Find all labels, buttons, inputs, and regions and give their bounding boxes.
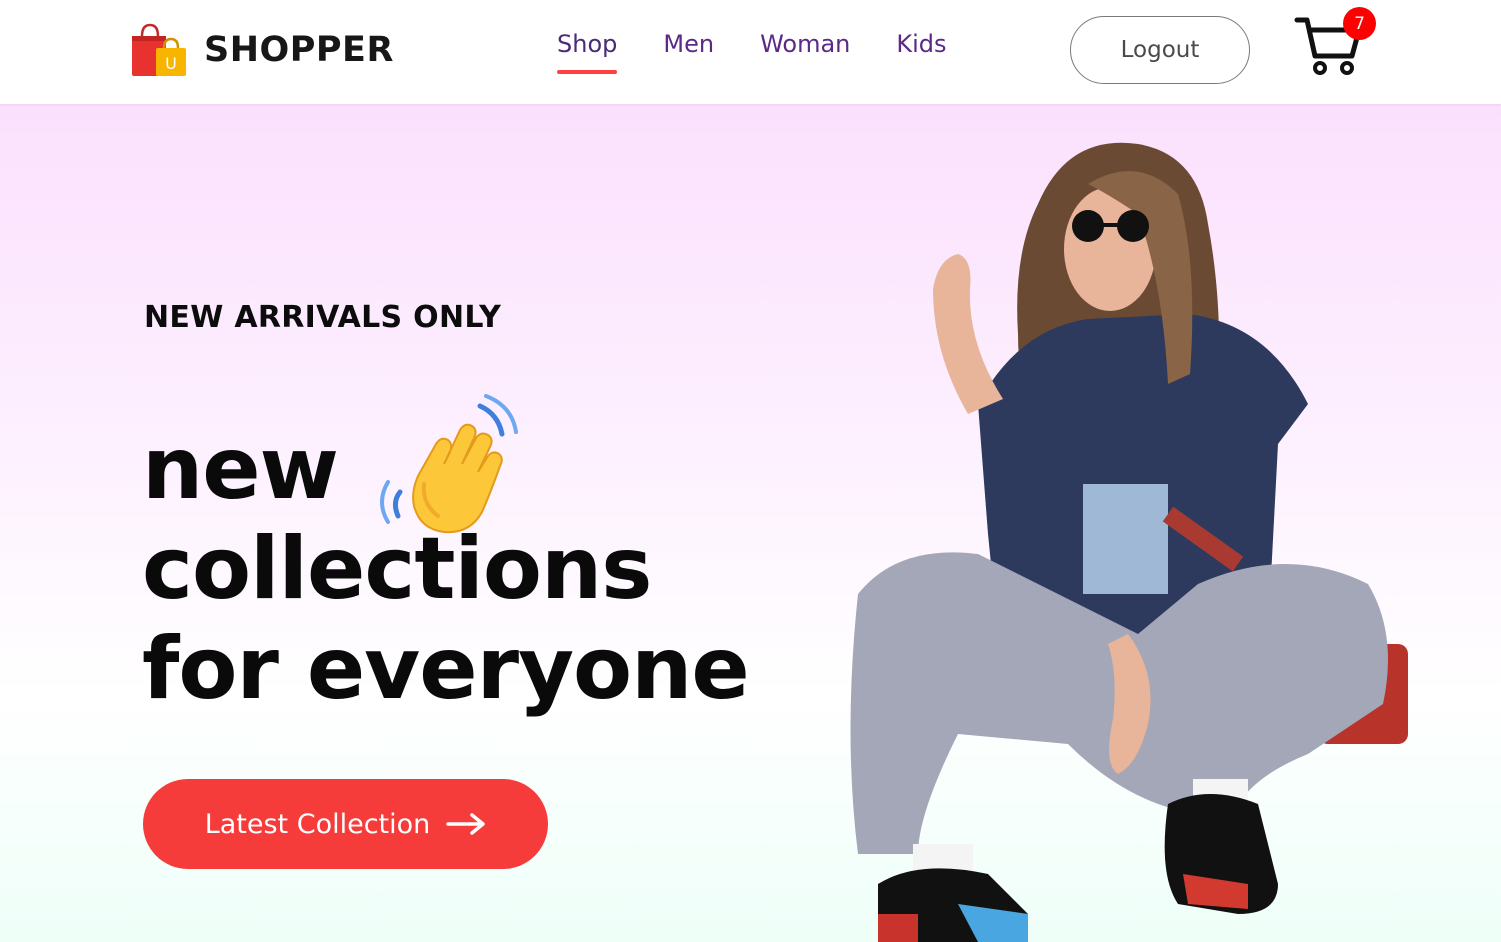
cart-count-badge: 7 xyxy=(1343,7,1376,40)
nav-item-label: Kids xyxy=(896,30,947,58)
nav-item-shop[interactable]: Shop xyxy=(557,30,618,74)
hero-model-image xyxy=(850,142,1408,942)
hero-headline-line2: collections xyxy=(142,519,652,619)
navbar: U SHOPPER Shop Men Woman Kids Logout 7 xyxy=(0,0,1501,104)
latest-collection-button[interactable]: Latest Collection xyxy=(143,779,548,869)
nav-item-woman[interactable]: Woman xyxy=(760,30,850,58)
brand-name: SHOPPER xyxy=(204,30,394,70)
shopping-bags-icon: U xyxy=(132,23,186,76)
hero-section: NEW ARRIVALS ONLY new collections for ev… xyxy=(0,104,1501,942)
cta-label: Latest Collection xyxy=(204,808,431,840)
brand-logo[interactable]: U SHOPPER xyxy=(130,22,394,78)
arrow-right-icon xyxy=(446,813,486,835)
hero-eyebrow: NEW ARRIVALS ONLY xyxy=(144,300,502,335)
active-nav-indicator xyxy=(557,70,618,74)
nav-item-kids[interactable]: Kids xyxy=(896,30,946,58)
nav-item-men[interactable]: Men xyxy=(663,30,714,58)
headline-word-new: new xyxy=(142,419,339,519)
logo-letter: U xyxy=(165,54,177,73)
nav-item-label: Shop xyxy=(557,30,618,58)
nav-item-label: Men xyxy=(663,30,715,58)
hero-headline-line3: for everyone xyxy=(142,619,750,719)
nav-item-label: Woman xyxy=(760,30,851,58)
main-nav: Shop Men Woman Kids xyxy=(557,30,993,74)
logout-button[interactable]: Logout xyxy=(1070,16,1250,84)
